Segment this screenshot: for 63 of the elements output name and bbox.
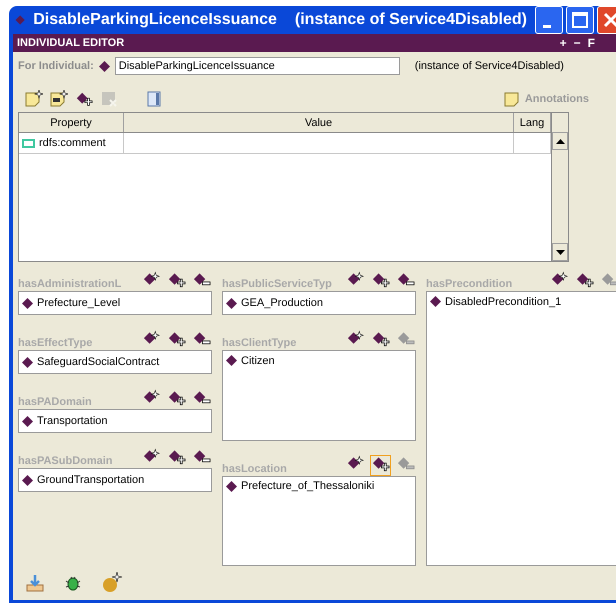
window-subtitle: (instance of Service4Disabled): [294, 11, 527, 29]
slot-label: hasPrecondition: [426, 278, 512, 290]
instance-icon: [22, 356, 33, 368]
columns-icon[interactable]: [145, 90, 163, 108]
slot-label: hasClientType: [222, 337, 296, 349]
maximize-button[interactable]: [566, 6, 594, 34]
instance-name[interactable]: GEA_Production: [241, 297, 323, 309]
scroll-down-button[interactable]: [552, 243, 568, 261]
instance-icon: [226, 298, 237, 308]
column-header[interactable]: Value: [124, 113, 514, 132]
column-header[interactable]: Property: [19, 113, 124, 132]
instance-icon: [22, 416, 33, 426]
instance-name[interactable]: SafeguardSocialContract: [37, 356, 160, 368]
scroll-bar[interactable]: [551, 113, 568, 261]
property-icon: [22, 138, 35, 148]
add-instance-icon[interactable]: [75, 90, 93, 108]
header-control[interactable]: −: [574, 36, 581, 50]
value-list[interactable]: Citizen: [222, 350, 416, 440]
instance-icon: [98, 60, 110, 72]
instance-icon: [22, 474, 33, 486]
add-instance-icon[interactable]: [370, 454, 391, 476]
instance-name[interactable]: DisabledPrecondition_1: [445, 296, 562, 308]
instance-type: (instance of Service4Disabled): [414, 60, 564, 72]
slot-label: hasLocation: [222, 462, 287, 474]
editor-title: INDIVIDUAL EDITOR: [17, 37, 124, 49]
slot-label: hasPublicServiceTyp: [222, 278, 332, 290]
value-field[interactable]: GEA_Production: [222, 291, 416, 315]
slot-label: hasPADomain: [18, 396, 92, 408]
value-field[interactable]: Prefecture_Level: [18, 291, 212, 315]
slot-label: hasPASubDomain: [18, 455, 113, 467]
individual-name-field[interactable]: DisableParkingLicenceIssuance: [114, 57, 400, 75]
instance-icon: [226, 480, 237, 492]
header-control[interactable]: +: [560, 36, 567, 50]
instance-name[interactable]: Transportation: [37, 415, 108, 427]
individual-label: For Individual:: [18, 60, 94, 72]
window-title: DisableParkingLicenceIssuance: [33, 11, 277, 29]
value-field[interactable]: Transportation: [18, 409, 212, 433]
new-instance-icon[interactable]: [101, 572, 123, 594]
instance-name[interactable]: Prefecture_of_Thessaloniki: [241, 480, 374, 492]
scroll-up-button[interactable]: [552, 132, 568, 150]
import-icon[interactable]: [25, 573, 45, 593]
up-arrow-icon: [556, 138, 564, 144]
minimize-icon: [543, 24, 551, 28]
instance-icon: [226, 355, 237, 366]
new-note-icon[interactable]: [25, 90, 43, 108]
header-control[interactable]: F: [588, 36, 595, 50]
maximize-icon: [572, 12, 588, 28]
value-field[interactable]: SafeguardSocialContract: [18, 350, 212, 374]
value-list[interactable]: Prefecture_of_Thessaloniki: [222, 476, 416, 566]
property-name: rdfs:comment: [39, 137, 106, 149]
instance-name[interactable]: Citizen: [241, 354, 275, 366]
down-arrow-icon: [556, 250, 564, 254]
instance-name[interactable]: Prefecture_Level: [37, 297, 120, 309]
value-field[interactable]: GroundTransportation: [18, 468, 212, 492]
slot-label: hasEffectType: [18, 337, 92, 349]
instance-name[interactable]: GroundTransportation: [37, 474, 144, 486]
instance-icon: [22, 298, 33, 308]
slot-label: hasAdministrationL: [18, 278, 122, 290]
close-icon: [603, 12, 616, 28]
new-document-icon[interactable]: [50, 90, 68, 108]
value-list[interactable]: DisabledPrecondition_1: [426, 291, 616, 566]
minimize-button[interactable]: [535, 6, 563, 34]
instance-icon: [430, 296, 441, 307]
